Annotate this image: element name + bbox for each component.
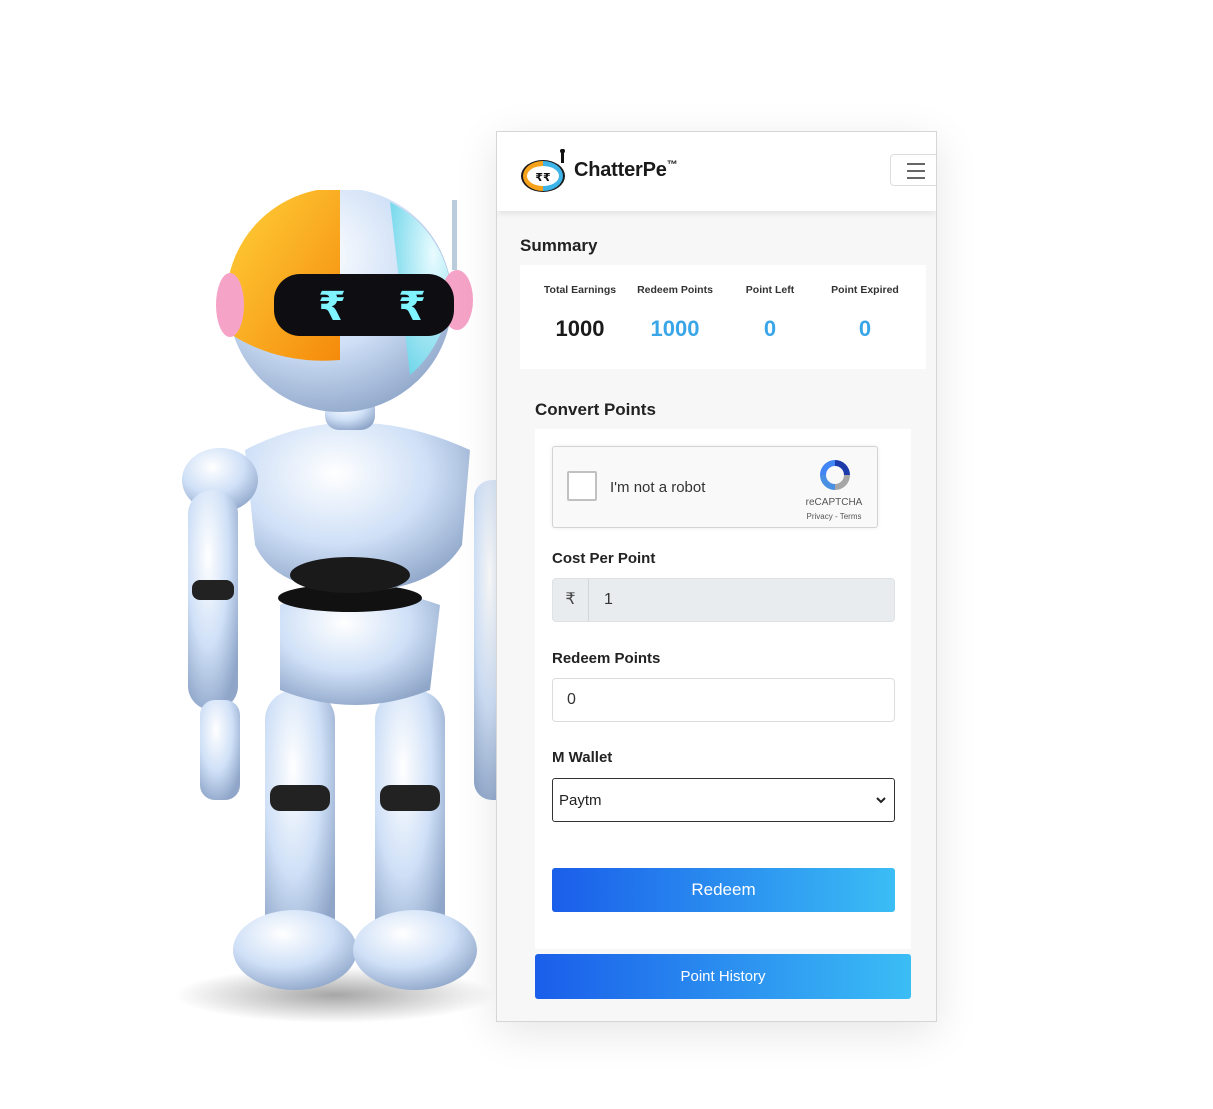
summary-title: Summary — [520, 236, 598, 255]
convert-points-title: Convert Points — [535, 400, 656, 419]
recaptcha-privacy-terms-link[interactable]: Privacy - Terms — [793, 512, 875, 521]
recaptcha-widget: I'm not a robot reCAPTCHA Privacy - Term… — [552, 446, 878, 528]
brand-name: ChatterPe™ — [574, 159, 678, 181]
recaptcha-logo-icon — [820, 460, 850, 490]
chatterpe-logo-icon: ₹₹ — [521, 149, 565, 192]
recaptcha-brand: reCAPTCHA — [805, 497, 863, 508]
mobile-app-panel: ₹₹ ChatterPe™ Summary Total Earnings 100… — [496, 131, 937, 1022]
svg-text:₹₹: ₹₹ — [535, 171, 551, 184]
m-wallet-select[interactable]: Paytm — [552, 778, 895, 822]
m-wallet-label: M Wallet — [552, 749, 613, 766]
point-history-button[interactable]: Point History — [535, 954, 911, 999]
recaptcha-label: I'm not a robot — [610, 479, 706, 496]
m-wallet-selected: Paytm — [559, 792, 602, 809]
recaptcha-checkbox[interactable] — [567, 471, 597, 501]
cost-per-point-label: Cost Per Point — [552, 550, 656, 567]
rupee-icon: ₹ — [553, 579, 589, 621]
app-header: ₹₹ ChatterPe™ — [497, 132, 936, 211]
cost-per-point-value: 1 — [604, 591, 613, 608]
redeem-points-label: Redeem Points — [552, 650, 661, 667]
hamburger-menu-button[interactable] — [890, 154, 936, 186]
hamburger-menu-icon — [907, 163, 925, 165]
convert-points-form: I'm not a robot reCAPTCHA Privacy - Term… — [535, 429, 911, 949]
svg-text:₹: ₹ — [398, 284, 426, 330]
summary-card: Total Earnings 1000 Redeem Points 1000 P… — [520, 265, 926, 369]
redeem-points-value: 0 — [567, 691, 576, 708]
robot-mascot-illustration: ₹ ₹ — [175, 190, 510, 1023]
redeem-button[interactable]: Redeem — [552, 868, 895, 912]
cost-per-point-field: ₹ 1 — [552, 578, 895, 622]
redeem-points-input[interactable]: 0 — [552, 678, 895, 722]
svg-text:₹: ₹ — [318, 284, 346, 330]
chevron-down-icon — [876, 797, 886, 804]
